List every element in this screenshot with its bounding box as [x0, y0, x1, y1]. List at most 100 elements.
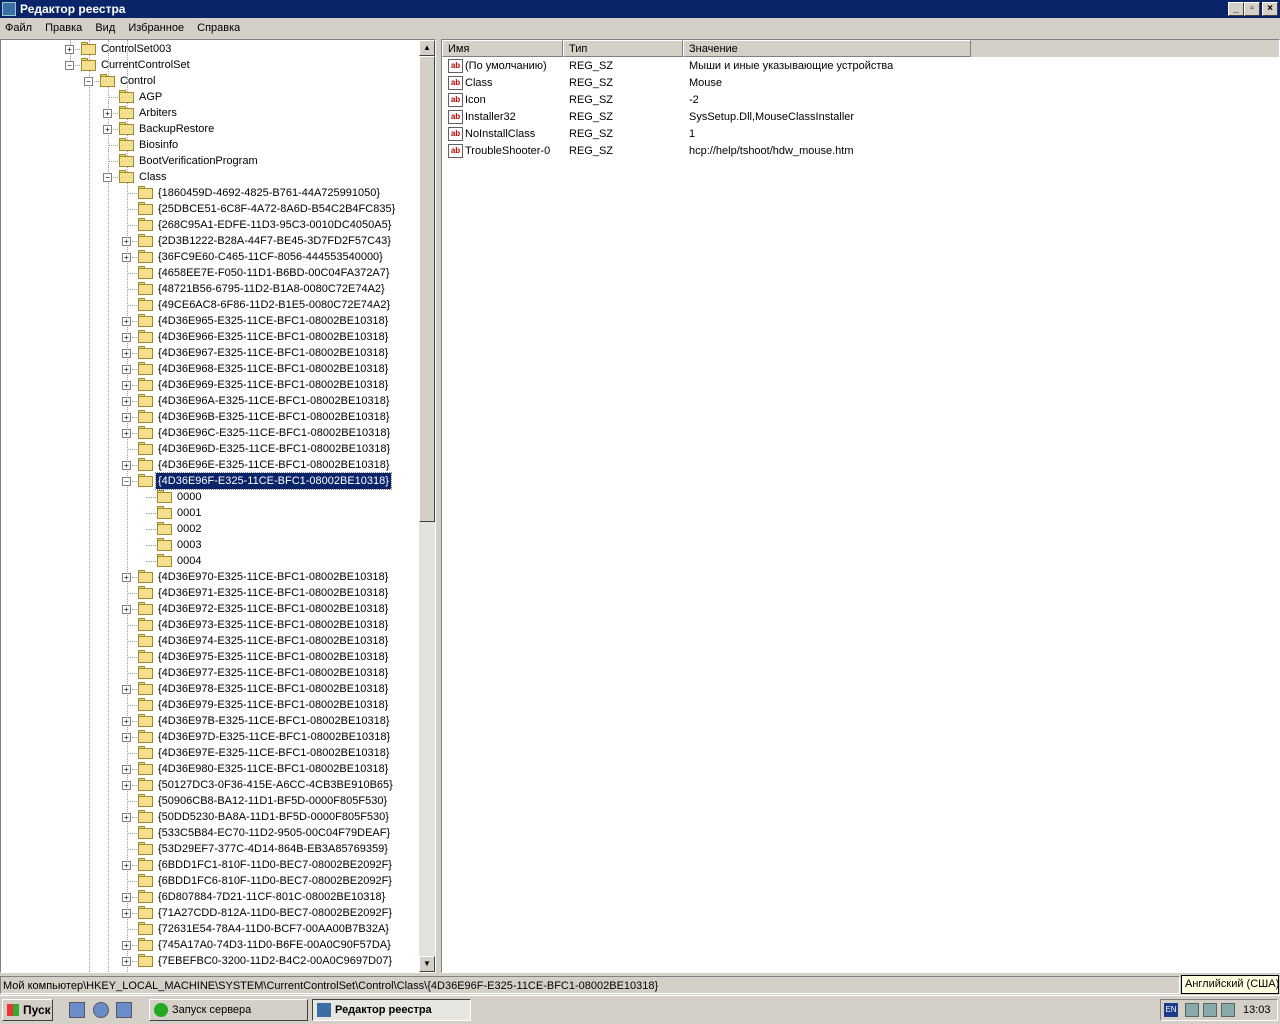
- expand-icon[interactable]: +: [122, 397, 131, 406]
- tree-node-label[interactable]: ControlSet003: [99, 41, 173, 57]
- collapse-icon[interactable]: −: [103, 173, 112, 182]
- tree-node[interactable]: {6BDD1FC6-810F-11D0-BEC7-08002BE2092F}: [1, 873, 419, 889]
- tree-node-label[interactable]: {49CE6AC8-6F86-11D2-B1E5-0080C72E74A2}: [156, 297, 392, 313]
- expand-icon[interactable]: +: [122, 813, 131, 822]
- close-button[interactable]: ×: [1262, 2, 1278, 16]
- tree-node-label[interactable]: {6BDD1FC6-810F-11D0-BEC7-08002BE2092F}: [156, 873, 394, 889]
- collapse-icon[interactable]: −: [122, 477, 131, 486]
- tree-node[interactable]: − Control: [1, 73, 419, 89]
- tree-node[interactable]: {49CE6AC8-6F86-11D2-B1E5-0080C72E74A2}: [1, 297, 419, 313]
- tree-node[interactable]: + {36FC9E60-C465-11CF-8056-444553540000}: [1, 249, 419, 265]
- tree-node-label[interactable]: 0004: [175, 553, 203, 569]
- tree-node[interactable]: {4D36E975-E325-11CE-BFC1-08002BE10318}: [1, 649, 419, 665]
- tree-node-label[interactable]: {4D36E97B-E325-11CE-BFC1-08002BE10318}: [156, 713, 392, 729]
- tree-node-label[interactable]: Arbiters: [137, 105, 179, 121]
- expand-icon[interactable]: +: [122, 429, 131, 438]
- save-quicklaunch-icon[interactable]: [69, 1002, 85, 1018]
- start-button[interactable]: Пуск: [2, 999, 53, 1021]
- expand-icon[interactable]: +: [122, 573, 131, 582]
- expand-icon[interactable]: +: [122, 861, 131, 870]
- tree-node-label[interactable]: 0003: [175, 537, 203, 553]
- tree-node[interactable]: + {4D36E966-E325-11CE-BFC1-08002BE10318}: [1, 329, 419, 345]
- tree-node[interactable]: 0000: [1, 489, 419, 505]
- tree-node-label[interactable]: {2D3B1222-B28A-44F7-BE45-3D7FD2F57C43}: [156, 233, 393, 249]
- expand-icon[interactable]: +: [103, 109, 112, 118]
- tree-node[interactable]: 0004: [1, 553, 419, 569]
- tree-node[interactable]: {4D36E97E-E325-11CE-BFC1-08002BE10318}: [1, 745, 419, 761]
- expand-icon[interactable]: +: [122, 461, 131, 470]
- scroll-up-button[interactable]: ▲: [419, 40, 435, 56]
- menu-edit[interactable]: Правка: [40, 19, 87, 38]
- clock[interactable]: 13:03: [1243, 1000, 1271, 1020]
- menu-help[interactable]: Справка: [192, 19, 245, 38]
- quicklaunch-app-icon[interactable]: [116, 1002, 132, 1018]
- tree-node-label[interactable]: BackupRestore: [137, 121, 216, 137]
- tree-node[interactable]: Biosinfo: [1, 137, 419, 153]
- tree-node[interactable]: + {6BDD1FC1-810F-11D0-BEC7-08002BE2092F}: [1, 857, 419, 873]
- minimize-button[interactable]: _: [1228, 2, 1244, 16]
- tree-node-label[interactable]: {50906CB8-BA12-11D1-BF5D-0000F805F530}: [156, 793, 389, 809]
- expand-icon[interactable]: +: [122, 381, 131, 390]
- tree-node[interactable]: + {4D36E978-E325-11CE-BFC1-08002BE10318}: [1, 681, 419, 697]
- tree-node[interactable]: + {4D36E96B-E325-11CE-BFC1-08002BE10318}: [1, 409, 419, 425]
- expand-icon[interactable]: +: [122, 317, 131, 326]
- tree-node-label[interactable]: {4D36E974-E325-11CE-BFC1-08002BE10318}: [156, 633, 390, 649]
- expand-icon[interactable]: +: [122, 717, 131, 726]
- registry-tree-pane[interactable]: + ControlSet003− CurrentControlSet − Control…: [0, 39, 436, 973]
- tree-node-label[interactable]: {4D36E96F-E325-11CE-BFC1-08002BE10318}: [155, 472, 392, 490]
- title-bar[interactable]: Редактор реестра _ ▫ ×: [0, 0, 1280, 18]
- tree-node-label[interactable]: {6BDD1FC1-810F-11D0-BEC7-08002BE2092F}: [156, 857, 394, 873]
- expand-icon[interactable]: +: [122, 237, 131, 246]
- tree-node-label[interactable]: {48721B56-6795-11D2-B1A8-0080C72E74A2}: [156, 281, 387, 297]
- menu-file[interactable]: Файл: [0, 19, 37, 38]
- tree-node[interactable]: {53D29EF7-377C-4D14-864B-EB3A85769359}: [1, 841, 419, 857]
- tree-node-label[interactable]: {4D36E97D-E325-11CE-BFC1-08002BE10318}: [156, 729, 392, 745]
- tree-node-label[interactable]: {1860459D-4692-4825-B761-44A725991050}: [156, 185, 382, 201]
- tree-node[interactable]: {4D36E971-E325-11CE-BFC1-08002BE10318}: [1, 585, 419, 601]
- tree-node[interactable]: + {4D36E97B-E325-11CE-BFC1-08002BE10318}: [1, 713, 419, 729]
- expand-icon[interactable]: +: [122, 765, 131, 774]
- column-header-value[interactable]: Значение: [683, 40, 971, 57]
- tree-node-label[interactable]: {50127DC3-0F36-415E-A6CC-4CB3BE910B65}: [156, 777, 395, 793]
- tree-node-label[interactable]: {4D36E971-E325-11CE-BFC1-08002BE10318}: [156, 585, 390, 601]
- tree-node-label[interactable]: BootVerificationProgram: [137, 153, 260, 169]
- tree-node[interactable]: + {50DD5230-BA8A-11D1-BF5D-0000F805F530}: [1, 809, 419, 825]
- expand-icon[interactable]: +: [122, 909, 131, 918]
- tree-node-label[interactable]: {4D36E96E-E325-11CE-BFC1-08002BE10318}: [156, 457, 392, 473]
- expand-icon[interactable]: +: [103, 125, 112, 134]
- tree-node[interactable]: {50906CB8-BA12-11D1-BF5D-0000F805F530}: [1, 793, 419, 809]
- tree-node-label[interactable]: {4D36E980-E325-11CE-BFC1-08002BE10318}: [156, 761, 390, 777]
- tree-node[interactable]: + {71A27CDD-812A-11D0-BEC7-08002BE2092F}: [1, 905, 419, 921]
- tree-node[interactable]: 0003: [1, 537, 419, 553]
- language-indicator[interactable]: EN: [1164, 1003, 1178, 1017]
- tree-node[interactable]: + {2D3B1222-B28A-44F7-BE45-3D7FD2F57C43}: [1, 233, 419, 249]
- tree-node[interactable]: + {745A17A0-74D3-11D0-B6FE-00A0C90F57DA}: [1, 937, 419, 953]
- value-row[interactable]: ab Icon REG_SZ -2: [442, 92, 1279, 109]
- tree-node[interactable]: − {4D36E96F-E325-11CE-BFC1-08002BE10318}: [1, 472, 419, 490]
- tree-node-label[interactable]: {50DD5230-BA8A-11D1-BF5D-0000F805F530}: [156, 809, 391, 825]
- tree-node[interactable]: + {7EBEFBC0-3200-11D2-B4C2-00A0C9697D07}: [1, 953, 419, 969]
- tree-node[interactable]: + ControlSet003: [1, 41, 419, 57]
- tree-node[interactable]: {533C5B84-EC70-11D2-9505-00C04F79DEAF}: [1, 825, 419, 841]
- tree-node[interactable]: + {6D807884-7D21-11CF-801C-08002BE10318}: [1, 889, 419, 905]
- tree-node[interactable]: AGP: [1, 89, 419, 105]
- tree-node-label[interactable]: {4D36E966-E325-11CE-BFC1-08002BE10318}: [156, 329, 390, 345]
- tree-node[interactable]: {4D36E974-E325-11CE-BFC1-08002BE10318}: [1, 633, 419, 649]
- tree-node-label[interactable]: {72631E54-78A4-11D0-BCF7-00AA00B7B32A}: [156, 921, 391, 937]
- tree-node[interactable]: + {4D36E96C-E325-11CE-BFC1-08002BE10318}: [1, 425, 419, 441]
- tree-node[interactable]: + {50127DC3-0F36-415E-A6CC-4CB3BE910B65}: [1, 777, 419, 793]
- tree-node[interactable]: {4D36E977-E325-11CE-BFC1-08002BE10318}: [1, 665, 419, 681]
- tree-node-label[interactable]: {4D36E965-E325-11CE-BFC1-08002BE10318}: [156, 313, 390, 329]
- tree-node[interactable]: + {4D36E969-E325-11CE-BFC1-08002BE10318}: [1, 377, 419, 393]
- network-users-icon[interactable]: [1185, 1003, 1199, 1017]
- tree-node-label[interactable]: {4D36E972-E325-11CE-BFC1-08002BE10318}: [156, 601, 390, 617]
- network-users-icon[interactable]: [1203, 1003, 1217, 1017]
- tree-node-label[interactable]: {533C5B84-EC70-11D2-9505-00C04F79DEAF}: [156, 825, 392, 841]
- task-start-server[interactable]: Запуск сервера: [149, 999, 308, 1021]
- tree-node[interactable]: + {4D36E972-E325-11CE-BFC1-08002BE10318}: [1, 601, 419, 617]
- expand-icon[interactable]: +: [122, 733, 131, 742]
- tree-node[interactable]: {4D36E96D-E325-11CE-BFC1-08002BE10318}: [1, 441, 419, 457]
- tree-node[interactable]: + Arbiters: [1, 105, 419, 121]
- tree-node-label[interactable]: {6D807884-7D21-11CF-801C-08002BE10318}: [156, 889, 387, 905]
- tree-node[interactable]: {25DBCE51-6C8F-4A72-8A6D-B54C2B4FC835}: [1, 201, 419, 217]
